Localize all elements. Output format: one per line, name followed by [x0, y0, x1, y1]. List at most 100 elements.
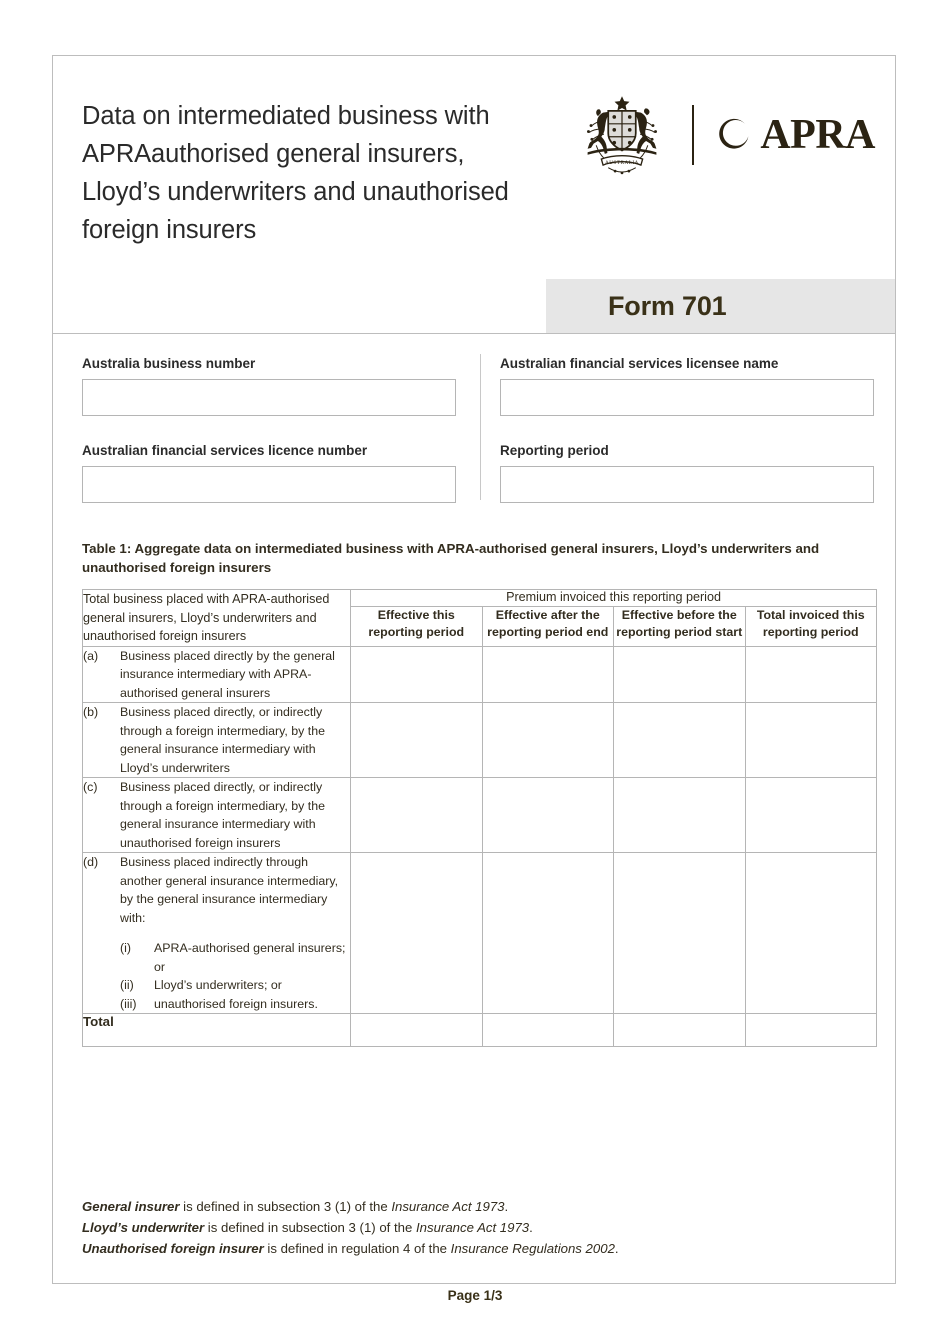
- row-c-cell-1[interactable]: [350, 777, 483, 853]
- row-c-value-1: [351, 778, 482, 796]
- total-row-label: Total: [82, 1013, 351, 1047]
- total-cell-1[interactable]: [350, 1013, 483, 1047]
- field-afs-licensee-name-label: Australian financial services licensee n…: [500, 356, 779, 371]
- table-total-row: Total: [82, 1013, 878, 1047]
- field-abn: Australia business number: [82, 356, 456, 416]
- row-a-value-4: [746, 647, 877, 665]
- row-b-value-4: [746, 703, 877, 721]
- row-c-value-2: [483, 778, 614, 796]
- row-d-subitem-ii-marker: (ii): [120, 978, 134, 992]
- row-a-text: Business placed directly by the general …: [120, 648, 335, 700]
- row-d-value-3: [614, 853, 745, 871]
- row-d-cell-3[interactable]: [613, 852, 746, 1014]
- footnote-2-middle: is defined in subsection 3 (1) of the: [204, 1220, 416, 1235]
- footnote-unauthorised-foreign-insurer: Unauthorised foreign insurer is defined …: [82, 1238, 872, 1259]
- column-header-effective-this-period: Effective this reporting period: [350, 606, 483, 647]
- afs-licence-number-input[interactable]: [82, 466, 456, 503]
- footnote-3-act: Insurance Regulations 2002: [450, 1241, 615, 1256]
- row-b-value-3: [614, 703, 745, 721]
- afs-licensee-name-input[interactable]: [500, 379, 874, 416]
- row-d-description: (d) Business placed indirectly through a…: [82, 852, 351, 1014]
- fields-column-divider: [480, 354, 481, 500]
- row-a-cell-1[interactable]: [350, 645, 483, 703]
- page-title: Data on intermediated business with APRA…: [82, 102, 509, 244]
- australian-coat-of-arms-icon: AUSTRALIA: [587, 96, 658, 175]
- table-caption: Table 1: Aggregate data on intermediated…: [82, 541, 820, 575]
- branding-lockup: AUSTRALIA APRA: [570, 92, 875, 178]
- row-b-cell-1[interactable]: [350, 702, 483, 778]
- column-header-effective-before-start: Effective before the reporting period st…: [613, 606, 746, 647]
- row-c-text: Business placed directly, or indirectly …: [120, 780, 326, 850]
- total-cell-2[interactable]: [481, 1013, 614, 1047]
- footnote-3-term: Unauthorised foreign insurer: [82, 1241, 264, 1256]
- total-value-1: [351, 1014, 482, 1032]
- row-b-cell-2[interactable]: [481, 702, 614, 778]
- row-b-value-2: [483, 703, 614, 721]
- total-value-3: [614, 1014, 745, 1032]
- footnote-2-tail: .: [529, 1220, 533, 1235]
- apra-logo: APRA: [716, 114, 875, 156]
- row-c-value-4: [746, 778, 877, 796]
- row-a-cell-3[interactable]: [613, 645, 746, 703]
- row-a-value-3: [614, 647, 745, 665]
- row-a-value-2: [483, 647, 614, 665]
- abn-input[interactable]: [82, 379, 456, 416]
- total-cell-4[interactable]: [744, 1013, 878, 1047]
- definitions-footnotes: General insurer is defined in subsection…: [82, 1196, 872, 1259]
- row-d-subitem-iii-marker: (iii): [120, 996, 137, 1011]
- row-c-cell-2[interactable]: [481, 777, 614, 853]
- footnote-1-term: General insurer: [82, 1199, 180, 1214]
- total-value-4: [746, 1014, 877, 1032]
- row-d-value-1: [351, 853, 482, 871]
- row-a-description: (a) Business placed directly by the gene…: [82, 645, 351, 703]
- total-cell-3[interactable]: [613, 1013, 746, 1047]
- logo-divider: [692, 105, 695, 165]
- field-afs-licence-number: Australian financial services licence nu…: [82, 443, 456, 503]
- footnote-general-insurer: General insurer is defined in subsection…: [82, 1196, 872, 1217]
- row-b-cell-3[interactable]: [613, 702, 746, 778]
- footnote-3-middle: is defined in regulation 4 of the: [263, 1241, 451, 1256]
- row-b-marker: (b): [83, 705, 99, 719]
- column-header-total-invoiced: Total invoiced this reporting period: [744, 606, 878, 647]
- reporting-period-input[interactable]: [500, 466, 874, 503]
- document-page: Data on intermediated business with APRA…: [52, 55, 896, 1284]
- column-header-effective-after-end: Effective after the reporting period end: [481, 606, 614, 647]
- row-d-cell-2[interactable]: [481, 852, 614, 1014]
- apra-wordmark: APRA: [760, 112, 875, 158]
- field-reporting-period: Reporting period: [500, 443, 874, 503]
- field-afs-licence-number-label: Australian financial services licence nu…: [82, 443, 368, 458]
- row-c-description: (c) Business placed directly, or indirec…: [82, 777, 351, 853]
- row-b-cell-4[interactable]: [744, 702, 878, 778]
- row-d-subitem-iii: (iii) unauthorised foreign insurers.: [120, 995, 350, 1014]
- document-header: Data on intermediated business with APRA…: [53, 56, 895, 333]
- table-row-header-label: Total business placed with APRA-authoris…: [82, 589, 351, 647]
- row-c-cell-4[interactable]: [744, 777, 878, 853]
- row-a-cell-4[interactable]: [744, 645, 878, 703]
- row-c-cell-3[interactable]: [613, 777, 746, 853]
- identity-fields-section: Australia business number Australian fin…: [53, 334, 895, 524]
- row-d-subitem-ii-text: Lloyd’s underwriters; or: [154, 978, 282, 992]
- row-a-cell-2[interactable]: [481, 645, 614, 703]
- row-d-subitem-i: (i) APRA-authorised general insurers; or: [120, 939, 350, 976]
- page-number-footer: Page 1/3: [447, 1288, 503, 1303]
- footnote-1-middle: is defined in subsection 3 (1) of the: [179, 1199, 392, 1214]
- row-d-sublist: (i) APRA-authorised general insurers; or…: [83, 939, 350, 1013]
- table-header: Total business placed with APRA-authoris…: [82, 588, 878, 647]
- field-afs-licensee-name: Australian financial services licensee n…: [500, 356, 874, 416]
- table-row: (c) Business placed directly, or indirec…: [82, 777, 878, 853]
- row-d-cell-1[interactable]: [350, 852, 483, 1014]
- field-abn-label: Australia business number: [82, 356, 256, 371]
- row-d-value-2: [483, 853, 614, 871]
- table-header-row-group: Total business placed with APRA-authoris…: [82, 588, 878, 647]
- aggregate-data-table: Total business placed with APRA-authoris…: [82, 588, 878, 1047]
- table-body: (a) Business placed directly by the gene…: [82, 645, 878, 1047]
- row-a-value-1: [351, 647, 482, 665]
- footnote-lloyds-underwriter: Lloyd’s underwriter is defined in subsec…: [82, 1217, 872, 1238]
- table-row: (d) Business placed indirectly through a…: [82, 852, 878, 1014]
- row-c-marker: (c): [83, 780, 98, 794]
- form-number-banner: Form 701: [546, 279, 895, 333]
- row-b-value-1: [351, 703, 482, 721]
- row-d-text: Business placed indirectly through anoth…: [120, 855, 339, 925]
- row-d-cell-4[interactable]: [744, 852, 878, 1014]
- row-d-value-4: [746, 853, 877, 871]
